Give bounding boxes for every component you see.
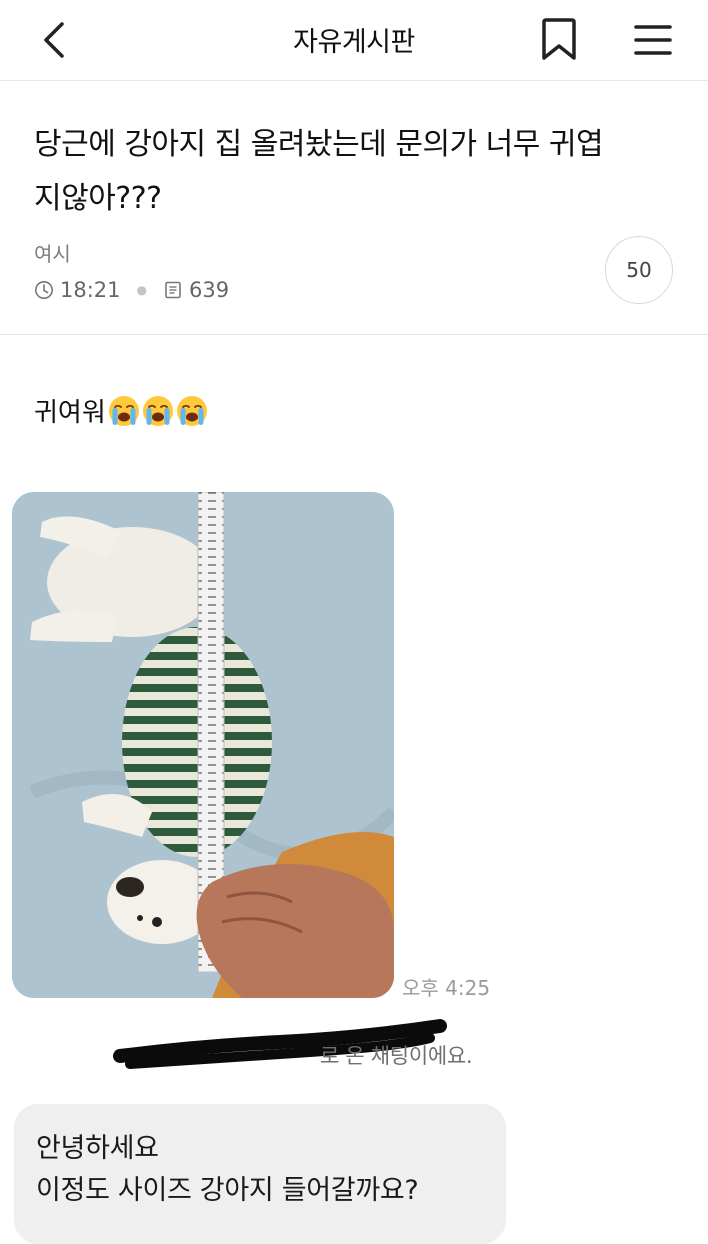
chat-message-line-2: 이정도 사이즈 강아지 들어갈까요? — [36, 1175, 419, 1206]
menu-icon — [634, 25, 672, 55]
chat-photo-dog-measured[interactable] — [12, 492, 394, 998]
dog-photo-illustration — [12, 492, 394, 998]
chat-message-line-1: 안녕하세요 — [36, 1133, 159, 1164]
top-navigation-bar: 자유게시판 — [0, 0, 708, 81]
loudly-crying-face-icon — [176, 395, 207, 426]
chat-origin-notice: 로 온 채팅이에요. — [320, 1044, 473, 1068]
views-icon — [165, 281, 181, 299]
comment-count: 50 — [626, 258, 652, 282]
comment-count-button[interactable]: 50 — [605, 236, 673, 304]
emoji-group — [108, 395, 210, 427]
post-views: 639 — [189, 278, 230, 302]
loudly-crying-face-icon — [108, 395, 139, 426]
post-time: 18:21 — [60, 278, 121, 302]
header-divider — [0, 334, 708, 335]
bookmark-button[interactable] — [536, 16, 582, 64]
post-title-line-2: 지않아??? — [34, 181, 162, 216]
post-title-line-1: 당근에 강아지 집 올려놨는데 문의가 너무 귀엽 — [34, 127, 604, 162]
clock-icon — [35, 281, 53, 299]
post-body-text: 귀여워 — [34, 392, 210, 429]
board-title: 자유게시판 — [293, 27, 415, 58]
meta-separator: ● — [136, 283, 148, 297]
post-meta: 18:21 ● 639 — [34, 276, 229, 304]
menu-button[interactable] — [630, 18, 676, 62]
body-text: 귀여워 — [34, 398, 106, 428]
bookmark-icon — [542, 18, 576, 60]
chat-photo-time: 오후 4:25 — [402, 976, 491, 1000]
loudly-crying-face-icon — [142, 395, 173, 426]
post-title: 당근에 강아지 집 올려놨는데 문의가 너무 귀엽 지않아??? — [34, 118, 674, 226]
chat-message-bubble: 안녕하세요 이정도 사이즈 강아지 들어갈까요? — [14, 1104, 506, 1244]
post-author[interactable]: 여시 — [34, 238, 71, 267]
